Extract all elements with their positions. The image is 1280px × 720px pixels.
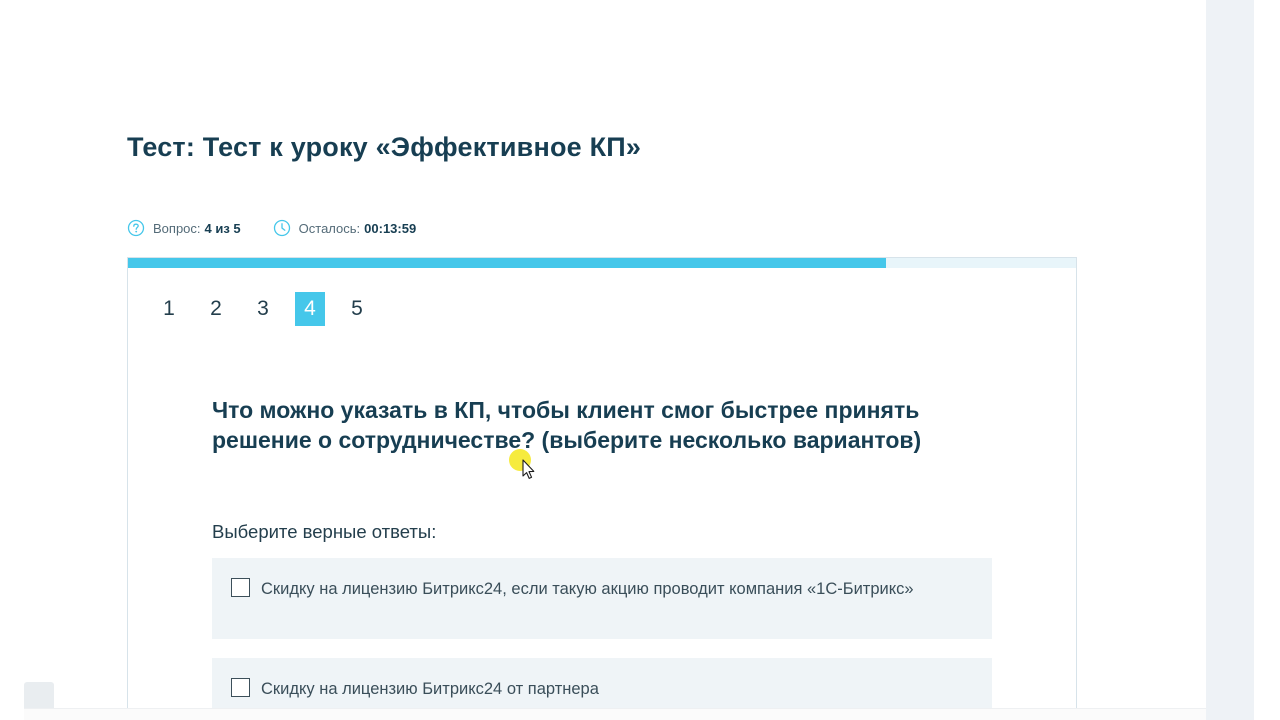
- question-text: Что можно указать в КП, чтобы клиент смо…: [212, 397, 922, 453]
- question-pager: 1 2 3 4 5: [154, 292, 389, 326]
- answer-option-2-label: Скидку на лицензию Битрикс24 от партнера: [261, 680, 599, 698]
- question-card: 1 2 3 4 5 Что можно указать в КП, чтобы …: [127, 257, 1077, 720]
- progress-bar: [128, 258, 1076, 268]
- question-counter-value: 4 из 5: [204, 220, 241, 236]
- question-circle-icon: [127, 219, 145, 237]
- page-link-1[interactable]: 1: [154, 292, 184, 326]
- answer-option-1[interactable]: Скидку на лицензию Битрикс24, если такую…: [212, 558, 992, 639]
- page-link-5[interactable]: 5: [342, 292, 372, 326]
- answer-checkbox-1[interactable]: [231, 578, 250, 597]
- question-counter: Вопрос: 4 из 5: [127, 219, 241, 237]
- page-link-4[interactable]: 4: [295, 292, 325, 326]
- clock-icon: [273, 219, 291, 237]
- time-remaining-label: Осталось:: [298, 220, 361, 236]
- right-edge: [1254, 0, 1280, 720]
- progress-fill: [128, 258, 887, 268]
- page-title: Тест: Тест к уроку «Эффективное КП»: [127, 132, 642, 162]
- time-remaining: Осталось: 00:13:59: [273, 219, 417, 237]
- bottom-strip: [24, 708, 1206, 720]
- test-meta: Вопрос: 4 из 5 Осталось: 00:13:59: [127, 219, 448, 237]
- time-remaining-value: 00:13:59: [364, 220, 417, 236]
- question-counter-label: Вопрос:: [153, 220, 201, 236]
- right-gutter: [1206, 0, 1254, 720]
- answer-checkbox-2[interactable]: [231, 678, 250, 697]
- page-link-2[interactable]: 2: [201, 292, 231, 326]
- answer-option-1-label: Скидку на лицензию Битрикс24, если такую…: [261, 580, 914, 598]
- page-link-3[interactable]: 3: [248, 292, 278, 326]
- answers-instruction: Выберите верные ответы:: [212, 521, 437, 542]
